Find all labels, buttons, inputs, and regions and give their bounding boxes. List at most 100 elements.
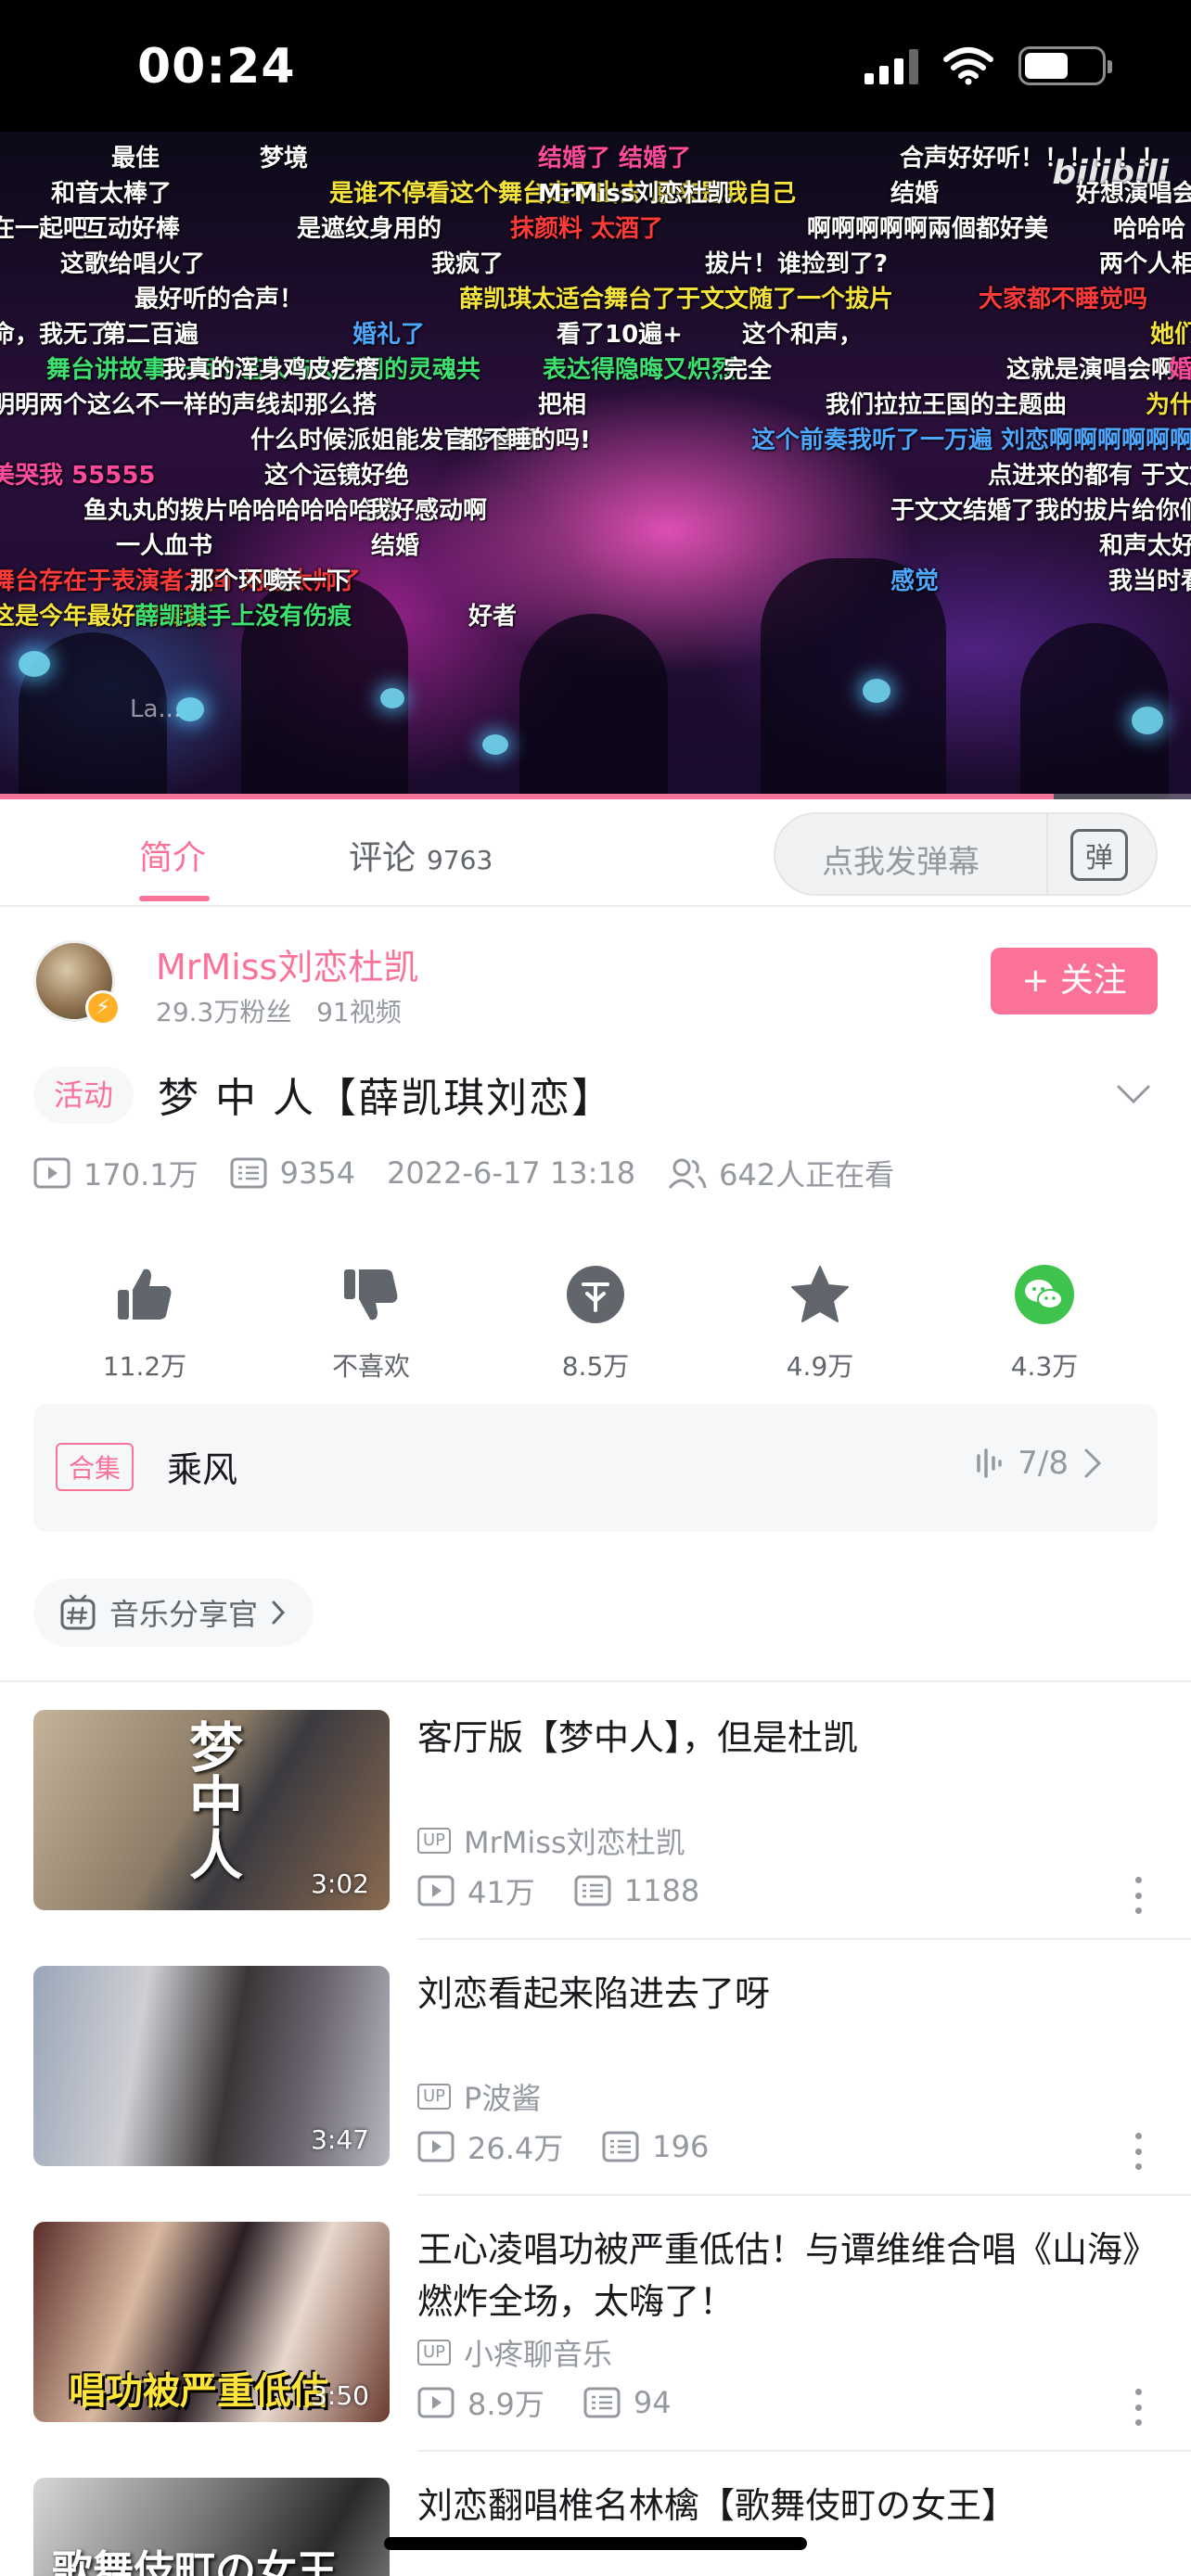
dislike-button[interactable]: 不喜欢: [278, 1261, 464, 1384]
music-sharer-tag[interactable]: 音乐分享官: [33, 1578, 314, 1647]
recommend-title[interactable]: 王心凌唱功被严重低估！与谭维维合唱《山海》燃炸全场，太嗨了！: [417, 2224, 1159, 2327]
section-divider: [0, 1680, 1191, 1682]
danmaku-comment: 感觉: [890, 567, 940, 595]
list-divider: [417, 2194, 1191, 2196]
chevron-right-icon: [272, 1600, 286, 1625]
danmaku-comment: 结婚: [890, 180, 940, 208]
danmaku-comment: 我好感动啊: [366, 497, 488, 525]
danmaku-comment: 这个和声，: [742, 321, 864, 349]
danmaku-comment: 结婚了 结婚了: [538, 145, 692, 172]
recommend-item[interactable]: 唱功被严重低估 3:50 王心凌唱功被严重低估！与谭维维合唱《山海》燃炸全场，太…: [0, 2222, 1191, 2478]
danmaku-comment: 抹颜料 太酒了: [510, 215, 664, 243]
recommend-title[interactable]: 客厅版【梦中人】，但是杜凯: [417, 1712, 1159, 1764]
like-button[interactable]: 11.2万: [52, 1261, 237, 1384]
home-indicator[interactable]: [384, 2537, 807, 2550]
recommend-uploader: UP MrMiss刘恋杜凯: [417, 1819, 685, 1862]
tab-active-indicator: [139, 896, 210, 901]
lightstick-glow: [1132, 707, 1163, 734]
danmaku-comment: 婚礼了: [352, 321, 426, 349]
list-divider: [417, 1938, 1191, 1940]
chevron-right-icon: [1084, 1448, 1102, 1478]
recommend-views: 41万: [467, 1875, 535, 1910]
lightstick-glow: [380, 688, 404, 708]
video-thumbnail[interactable]: 3:47: [33, 1966, 390, 2166]
lightning-badge-icon: ⚡: [85, 990, 121, 1026]
danmaku-comment: 合声好好听！！！！！！: [900, 145, 1166, 172]
danmaku-comment: 和音太棒了: [51, 180, 173, 208]
danmaku-comment: 鱼丸丸的拨片哈哈哈哈哈哈哈: [83, 497, 398, 525]
danmaku-comment: 薛凯琪手上没有伤痕: [134, 603, 352, 631]
danmaku-comment: 美哭我 55555: [0, 462, 156, 490]
danmaku-comment: 梦境: [260, 145, 309, 172]
publish-date-text: 2022-6-17 13:18: [387, 1155, 636, 1191]
video-thumbnail[interactable]: 梦中人 3:02: [33, 1710, 390, 1910]
more-options-icon[interactable]: [1133, 2389, 1143, 2426]
thumbnail-caption: 唱功被严重低估: [69, 2370, 328, 2413]
publish-date: 2022-6-17 13:18: [387, 1155, 635, 1191]
danmaku-comment: 完全: [724, 356, 773, 384]
action-bar: 11.2万 不喜欢 8.5万 4.9万 4.3万: [0, 1261, 1191, 1391]
favorite-button[interactable]: 4.9万: [727, 1261, 913, 1384]
danmaku-comment: 这就是演唱会啊！！！: [1006, 356, 1191, 384]
uploader-name[interactable]: MrMiss刘恋杜凯: [156, 938, 418, 989]
video-thumbnail[interactable]: 唱功被严重低估 3:50: [33, 2222, 390, 2422]
dislike-label: 不喜欢: [331, 1351, 410, 1382]
recommend-item[interactable]: 歌舞伎町の女王 刘恋翻唱椎名林檎【歌舞伎町の女王】: [0, 2478, 1191, 2576]
recommend-item[interactable]: 3:47 刘恋看起来陷进去了呀 UP P波酱 26.4万 196: [0, 1966, 1191, 2222]
thumbs-up-icon: [118, 1269, 172, 1320]
danmaku-comment: MrMiss刘恋杜凯: [538, 180, 732, 208]
tab-comments[interactable]: 评论 9763: [349, 831, 493, 879]
thumbnail-caption: 歌舞伎町の女王: [52, 2547, 338, 2576]
danmaku-comment: 这歌给唱火了: [60, 250, 206, 278]
danmaku-comment: 我真的浑身鸡皮疙瘩: [162, 356, 380, 384]
status-icons: [864, 46, 1112, 85]
coin-button[interactable]: 8.5万: [503, 1261, 688, 1384]
play-count-icon: [33, 1157, 70, 1189]
collection-tag: 合集: [56, 1443, 134, 1491]
danmaku-comment: 都不睡的吗!: [459, 427, 591, 454]
recommend-stats: 41万 1188: [417, 1869, 699, 1912]
danmaku-comment: 我疯了: [431, 250, 505, 278]
more-options-icon[interactable]: [1133, 2133, 1143, 2170]
lightstick-glow: [19, 651, 50, 677]
recommend-uploader: UP 小疼聊音乐: [417, 2331, 612, 2374]
video-player[interactable]: bilibili La... 最佳 梦境 结婚了 结婚了 合声好好听！！！！！！ 和音太…: [0, 132, 1191, 799]
activity-tag[interactable]: 活动: [33, 1066, 134, 1124]
recommend-item[interactable]: 梦中人 3:02 客厅版【梦中人】，但是杜凯 UP MrMiss刘恋杜凯 41万 …: [0, 1710, 1191, 1966]
danmaku-comment: 我们拉拉王国的主题曲: [826, 391, 1068, 419]
danmaku-comment: 把相: [538, 391, 587, 419]
up-badge-icon: UP: [417, 1828, 452, 1854]
danmaku-input[interactable]: 点我发弹幕 弹: [774, 812, 1158, 896]
like-count: 11.2万: [102, 1351, 187, 1382]
danmaku-stat: 9354: [230, 1155, 355, 1191]
uploader-videos: 91视频: [316, 997, 402, 1027]
video-duration: 3:02: [311, 1868, 369, 1899]
follow-button[interactable]: + 关注: [991, 948, 1158, 1014]
danmaku-comment: 一人血书: [116, 532, 213, 560]
danmaku-comment: 在一起吧: [0, 215, 88, 243]
danmaku-comment: 最好听的合声！: [134, 286, 304, 313]
favorite-count: 4.9万: [786, 1351, 854, 1382]
cellular-signal-icon: [864, 47, 918, 84]
comments-count: 9763: [427, 845, 493, 875]
uploader-fans: 29.3万粉丝: [156, 997, 292, 1027]
danmaku-comment: 哈哈哈: [1113, 215, 1186, 243]
danmaku-comment: 点进来的都有 于文文 拔片-1: [988, 462, 1191, 490]
share-button[interactable]: 4.3万: [952, 1261, 1137, 1384]
recommend-title[interactable]: 刘恋翻唱椎名林檎【歌舞伎町の女王】: [417, 2480, 1159, 2531]
recommend-title[interactable]: 刘恋看起来陷进去了呀: [417, 1968, 1159, 2020]
danmaku-comment: 是遮纹身用的: [297, 215, 442, 243]
danmaku-comment: 明明两个这么不一样的声线却那么搭: [0, 391, 378, 419]
crowd-silhouette: [519, 614, 668, 799]
danmaku-comment: 看了10遍+: [557, 321, 683, 349]
more-options-icon[interactable]: [1133, 1877, 1143, 1914]
chevron-down-icon[interactable]: [1115, 1076, 1152, 1113]
watching-people-icon: [668, 1158, 707, 1189]
video-thumbnail[interactable]: 歌舞伎町の女王: [33, 2478, 390, 2576]
video-watermark: La...: [130, 695, 182, 723]
collection-card[interactable]: 合集 乘风 7/8: [33, 1404, 1158, 1532]
recommend-views: 8.9万: [467, 2387, 544, 2422]
tab-intro[interactable]: 简介: [139, 831, 206, 879]
danmaku-toggle-button[interactable]: 弹: [1070, 829, 1128, 881]
thumbnail-caption: 梦中人: [180, 1719, 243, 1881]
